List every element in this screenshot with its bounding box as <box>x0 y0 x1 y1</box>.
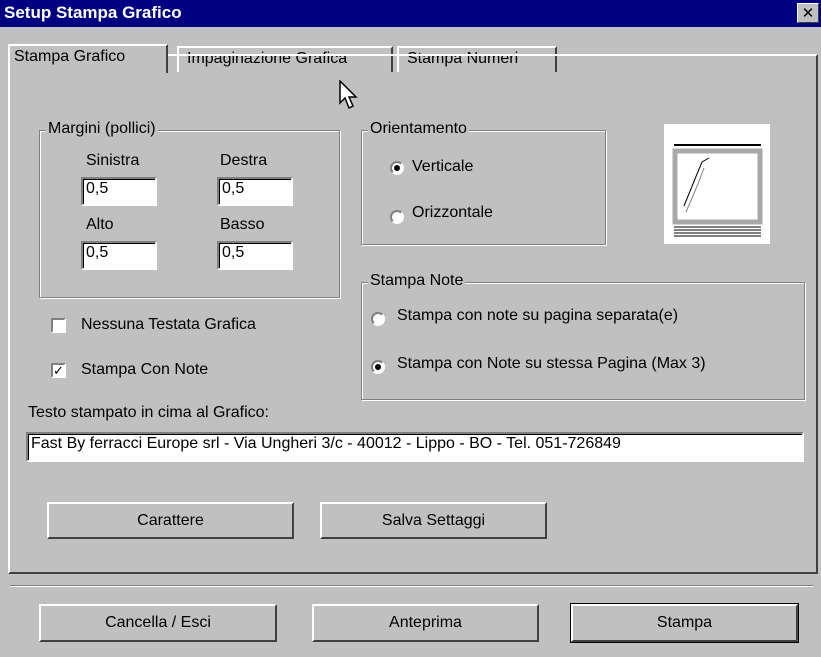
footer-separator <box>10 585 813 587</box>
left-margin-input[interactable]: 0,5 <box>81 177 157 206</box>
print-notes-label[interactable]: Stampa Con Note <box>81 361 208 379</box>
preview-button[interactable]: Anteprima <box>312 604 539 642</box>
right-margin-input[interactable]: 0,5 <box>217 177 293 206</box>
notes-group-label: Stampa Note <box>368 272 466 290</box>
font-button[interactable]: Carattere <box>47 502 294 539</box>
check-mark-icon: ✓ <box>53 363 64 378</box>
top-margin-input[interactable]: 0,5 <box>81 241 157 270</box>
orientation-group-label: Orientamento <box>368 120 469 138</box>
landscape-label[interactable]: Orizzontale <box>412 204 493 222</box>
tab-stampa-grafico[interactable]: Stampa Grafico <box>8 44 168 73</box>
landscape-radio[interactable] <box>390 210 404 224</box>
close-button[interactable]: ✕ <box>797 3 819 23</box>
right-margin-label: Destra <box>220 152 268 169</box>
portrait-label[interactable]: Verticale <box>412 158 473 176</box>
no-header-label[interactable]: Nessuna Testata Grafica <box>81 316 256 334</box>
page-preview-icon <box>672 144 763 237</box>
margins-group: Margini (pollici) <box>39 120 340 298</box>
page-preview <box>664 124 770 244</box>
portrait-radio[interactable] <box>390 161 404 175</box>
margins-group-label: Margini (pollici) <box>46 120 158 138</box>
header-text-label: Testo stampato in cima al Grafico: <box>28 404 269 421</box>
bottom-margin-input[interactable]: 0,5 <box>217 241 293 270</box>
orientation-group: Orientamento <box>361 120 606 245</box>
notes-separate-page-label[interactable]: Stampa con note su pagina separata(e) <box>397 307 678 325</box>
cancel-exit-button[interactable]: Cancella / Esci <box>39 604 277 642</box>
top-margin-label: Alto <box>86 216 114 233</box>
save-settings-button[interactable]: Salva Settaggi <box>320 502 547 539</box>
print-notes-checkbox[interactable]: ✓ <box>51 363 66 378</box>
notes-same-page-radio[interactable] <box>371 360 385 374</box>
notes-same-page-label[interactable]: Stampa con Note su stessa Pagina (Max 3) <box>397 355 706 373</box>
print-button[interactable]: Stampa <box>570 603 799 643</box>
radio-dot <box>375 364 381 370</box>
header-text-input[interactable]: Fast By ferracci Europe srl - Via Ungher… <box>26 432 804 462</box>
mouse-cursor-icon <box>339 80 358 110</box>
setup-stampa-dialog: Setup Stampa Grafico ✕ Stampa Grafico Im… <box>0 0 821 657</box>
window-title: Setup Stampa Grafico <box>4 3 182 22</box>
tab-label: Stampa Grafico <box>14 48 126 65</box>
title-bar[interactable]: Setup Stampa Grafico ✕ <box>0 0 821 27</box>
left-margin-label: Sinistra <box>86 152 140 169</box>
notes-separate-page-radio[interactable] <box>371 312 385 326</box>
radio-dot <box>394 165 400 171</box>
notes-group: Stampa Note <box>361 272 805 400</box>
bottom-margin-label: Basso <box>220 216 265 233</box>
no-header-checkbox[interactable] <box>51 318 66 333</box>
